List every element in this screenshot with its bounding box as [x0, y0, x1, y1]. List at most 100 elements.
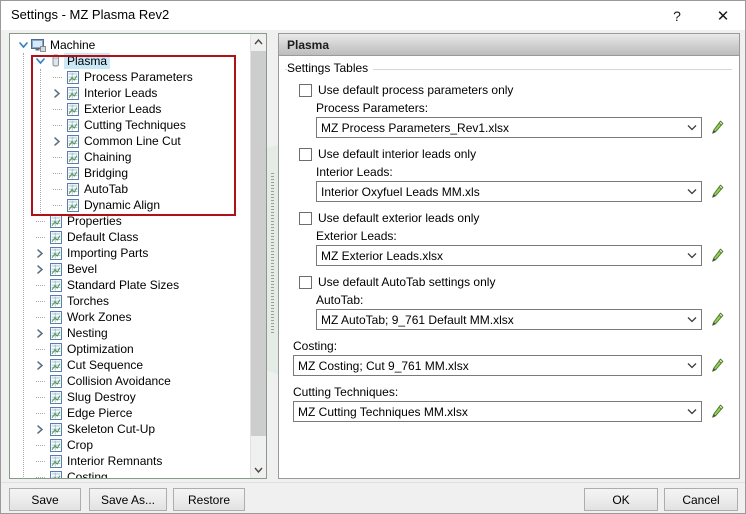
tree-vertical-scrollbar[interactable]: [250, 34, 266, 478]
tree-item-label: Dynamic Align: [84, 198, 161, 212]
tree-item-properties[interactable]: Properties: [10, 213, 257, 229]
tree-item-nesting[interactable]: Nesting: [10, 325, 257, 341]
checkbox-process-parameters[interactable]: [299, 83, 312, 97]
checkbox-exterior-leads[interactable]: [299, 211, 312, 225]
spreadsheet-icon: [64, 149, 81, 165]
chevron-down-icon[interactable]: [682, 362, 701, 369]
edit-cutting-techniques-pencil-icon[interactable]: [709, 402, 726, 421]
tree-item-common-line-cut[interactable]: Common Line Cut: [10, 133, 257, 149]
edit-autotab-pencil-icon[interactable]: [709, 310, 726, 329]
tree-item-autotab[interactable]: AutoTab: [10, 181, 257, 197]
chevron-right-icon[interactable]: [50, 133, 64, 149]
panel-splitter[interactable]: [269, 33, 276, 479]
edit-interior-leads-pencil-icon[interactable]: [709, 182, 726, 201]
tree-item-optimization[interactable]: Optimization: [10, 341, 257, 357]
tree-item-default-class[interactable]: Default Class: [10, 229, 257, 245]
chevron-down-icon[interactable]: [682, 316, 701, 323]
edit-costing-pencil-icon[interactable]: [709, 356, 726, 375]
tree-item-process-parameters[interactable]: Process Parameters: [10, 69, 257, 85]
help-button[interactable]: ?: [655, 1, 699, 30]
tree-item-slug-destroy[interactable]: Slug Destroy: [10, 389, 257, 405]
tree-scroll-area[interactable]: Machine Plasma Process Parameters Interior …: [10, 34, 257, 478]
save-button[interactable]: Save: [9, 488, 81, 511]
tree-item-interior-remnants[interactable]: Interior Remnants: [10, 453, 257, 469]
tree-item-skeleton-cut-up[interactable]: Skeleton Cut-Up: [10, 421, 257, 437]
chevron-right-icon[interactable]: [33, 325, 47, 341]
tree-item-costing[interactable]: Costing: [10, 469, 257, 478]
spreadsheet-icon: [47, 373, 64, 389]
group-legend: Settings Tables: [287, 61, 374, 75]
spreadsheet-icon: [64, 181, 81, 197]
window-title: Settings - MZ Plasma Rev2: [11, 7, 170, 22]
dropdown-process-parameters[interactable]: MZ Process Parameters_Rev1.xlsx: [316, 117, 702, 138]
tree-item-label: Importing Parts: [67, 246, 149, 260]
spreadsheet-icon: [47, 357, 64, 373]
dropdown-interior-leads[interactable]: Interior Oxyfuel Leads MM.xls: [316, 181, 702, 202]
tree-item-interior-leads[interactable]: Interior Leads: [10, 85, 257, 101]
scroll-down-icon[interactable]: [251, 462, 266, 478]
chevron-down-icon[interactable]: [682, 188, 701, 195]
tree-connector: [33, 469, 47, 478]
tree-item-label: Collision Avoidance: [67, 374, 171, 388]
tree-item-bevel[interactable]: Bevel: [10, 261, 257, 277]
tree-item-importing-parts[interactable]: Importing Parts: [10, 245, 257, 261]
dropdown-value: Interior Oxyfuel Leads MM.xls: [321, 184, 480, 199]
checkbox-row-process-parameters[interactable]: Use default process parameters only: [299, 83, 513, 97]
tree-item-cutting-techniques[interactable]: Cutting Techniques: [10, 117, 257, 133]
checkbox-row-autotab[interactable]: Use default AutoTab settings only: [299, 275, 495, 289]
restore-button[interactable]: Restore: [173, 488, 245, 511]
tree-connector: [33, 277, 47, 293]
dropdown-costing[interactable]: MZ Costing; Cut 9_761 MM.xlsx: [293, 355, 702, 376]
checkbox-autotab[interactable]: [299, 275, 312, 289]
cancel-button[interactable]: Cancel: [664, 488, 738, 511]
dropdown-autotab[interactable]: MZ AutoTab; 9_761 Default MM.xlsx: [316, 309, 702, 330]
dropdown-exterior-leads[interactable]: MZ Exterior Leads.xlsx: [316, 245, 702, 266]
chevron-right-icon[interactable]: [33, 261, 47, 277]
tree-item-dynamic-align[interactable]: Dynamic Align: [10, 197, 257, 213]
chevron-right-icon[interactable]: [33, 245, 47, 261]
tree-item-work-zones[interactable]: Work Zones: [10, 309, 257, 325]
close-button[interactable]: ✕: [701, 1, 745, 30]
checkbox-row-exterior-leads[interactable]: Use default exterior leads only: [299, 211, 479, 225]
spreadsheet-icon: [47, 389, 64, 405]
tree-item-label: Work Zones: [67, 310, 132, 324]
tree-item-crop[interactable]: Crop: [10, 437, 257, 453]
dropdown-cutting-techniques[interactable]: MZ Cutting Techniques MM.xlsx: [293, 401, 702, 422]
save-as-button[interactable]: Save As...: [89, 488, 167, 511]
settings-tree[interactable]: Machine Plasma Process Parameters Interior …: [10, 34, 257, 478]
tree-item-exterior-leads[interactable]: Exterior Leads: [10, 101, 257, 117]
chevron-right-icon[interactable]: [33, 421, 47, 437]
chevron-down-icon[interactable]: [682, 408, 701, 415]
checkbox-row-interior-leads[interactable]: Use default interior leads only: [299, 147, 476, 161]
chevron-right-icon[interactable]: [33, 357, 47, 373]
ok-button[interactable]: OK: [584, 488, 658, 511]
tree-item-cut-sequence[interactable]: Cut Sequence: [10, 357, 257, 373]
edit-process-parameters-pencil-icon[interactable]: [709, 118, 726, 137]
scroll-up-icon[interactable]: [251, 34, 266, 50]
tree-item-torches[interactable]: Torches: [10, 293, 257, 309]
checkbox-label: Use default process parameters only: [318, 83, 514, 97]
chevron-down-icon[interactable]: [16, 37, 30, 53]
monitor-icon: [30, 37, 47, 53]
tree-item-standard-plate-sizes[interactable]: Standard Plate Sizes: [10, 277, 257, 293]
tree-scrollbar-thumb[interactable]: [251, 51, 266, 436]
chevron-down-icon[interactable]: [33, 53, 47, 69]
spreadsheet-icon: [47, 341, 64, 357]
tree-item-collision-avoidance[interactable]: Collision Avoidance: [10, 373, 257, 389]
tree-item-label: Chaining: [84, 150, 132, 164]
tree-connector: [33, 453, 47, 469]
tree-connector: [50, 101, 64, 117]
chevron-right-icon[interactable]: [50, 85, 64, 101]
details-panel-title: Plasma: [287, 38, 330, 52]
tree-item-plasma[interactable]: Plasma: [10, 53, 257, 69]
checkbox-interior-leads[interactable]: [299, 147, 312, 161]
tree-item-machine[interactable]: Machine: [10, 37, 257, 53]
chevron-down-icon[interactable]: [682, 252, 701, 259]
chevron-down-icon[interactable]: [682, 124, 701, 131]
tree-item-label: Properties: [67, 214, 122, 228]
edit-exterior-leads-pencil-icon[interactable]: [709, 246, 726, 265]
spreadsheet-icon: [47, 453, 64, 469]
tree-item-bridging[interactable]: Bridging: [10, 165, 257, 181]
tree-item-chaining[interactable]: Chaining: [10, 149, 257, 165]
tree-item-edge-pierce[interactable]: Edge Pierce: [10, 405, 257, 421]
